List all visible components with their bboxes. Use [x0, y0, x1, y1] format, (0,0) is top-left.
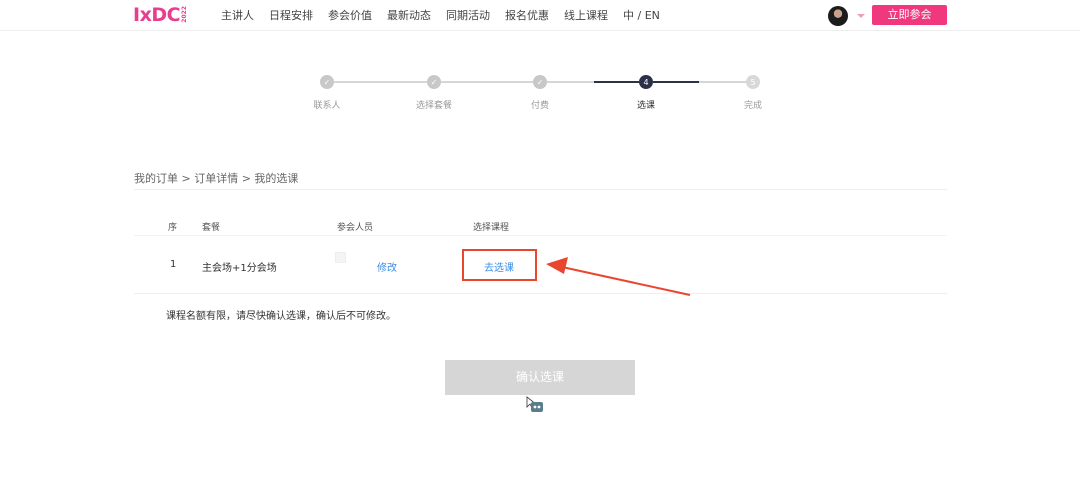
- edit-attendee-link[interactable]: 修改: [377, 259, 397, 274]
- column-header-package: 套餐: [202, 223, 221, 233]
- nav-item-online-courses[interactable]: 线上课程: [564, 8, 608, 24]
- header-divider: [134, 235, 947, 236]
- annotation-arrow-icon: [546, 257, 691, 296]
- step-label-package: 选择套餐: [415, 101, 452, 111]
- avatar[interactable]: [828, 6, 848, 26]
- language-switch[interactable]: 中 / EN: [623, 8, 660, 24]
- column-header-index: 序: [168, 223, 178, 233]
- step-4-number: 4: [639, 75, 653, 89]
- top-header: IxDC 2022 主讲人 日程安排 参会价值 最新动态 同期活动 报名优惠 线…: [0, 0, 1080, 31]
- nav-item-discounts[interactable]: 报名优惠: [505, 8, 549, 24]
- step-3-check-icon: ✓: [533, 75, 547, 89]
- step-connector: [699, 81, 746, 83]
- column-header-course: 选择课程: [473, 223, 510, 233]
- step-1-check-icon: ✓: [320, 75, 334, 89]
- step-2-check-icon: ✓: [427, 75, 441, 89]
- confirm-course-button[interactable]: 确认选课: [445, 360, 635, 395]
- step-5-number: 5: [746, 75, 760, 89]
- step-label-complete: 完成: [743, 101, 762, 111]
- nav-item-speakers[interactable]: 主讲人: [221, 8, 254, 24]
- logo-text: IxDC: [133, 4, 181, 26]
- notice-text: 课程名额有限，请尽快确认选课，确认后不可修改。: [166, 311, 396, 322]
- logo-year: 2022: [181, 6, 189, 23]
- join-now-button[interactable]: 立即参会: [872, 5, 947, 25]
- nav-item-events[interactable]: 同期活动: [446, 8, 490, 24]
- row-package: 主会场+1分会场: [202, 263, 277, 274]
- column-header-attendees: 参会人员: [337, 223, 374, 233]
- step-connector-active: [653, 81, 699, 83]
- nav-item-schedule[interactable]: 日程安排: [269, 8, 313, 24]
- row-index: 1: [170, 259, 177, 270]
- step-label-course: 选课: [636, 101, 655, 111]
- step-label-contact: 联系人: [313, 101, 341, 111]
- breadcrumb[interactable]: 我的订单 > 订单详情 > 我的选课: [134, 170, 298, 186]
- divider: [134, 189, 947, 190]
- nav-item-news[interactable]: 最新动态: [387, 8, 431, 24]
- step-connector: [441, 81, 533, 83]
- choose-course-link[interactable]: 去选课: [484, 259, 514, 274]
- attendee-placeholder: [335, 252, 346, 263]
- cursor-icon: [526, 396, 543, 412]
- step-connector-active: [594, 81, 639, 83]
- step-label-payment: 付费: [530, 101, 549, 111]
- nav-item-value[interactable]: 参会价值: [328, 8, 372, 24]
- step-connector: [334, 81, 427, 83]
- chevron-down-icon[interactable]: [857, 14, 865, 18]
- main-nav: 主讲人 日程安排 参会价值 最新动态 同期活动 报名优惠 线上课程 中 / EN: [221, 8, 675, 24]
- ixdc-logo[interactable]: IxDC 2022: [133, 4, 188, 26]
